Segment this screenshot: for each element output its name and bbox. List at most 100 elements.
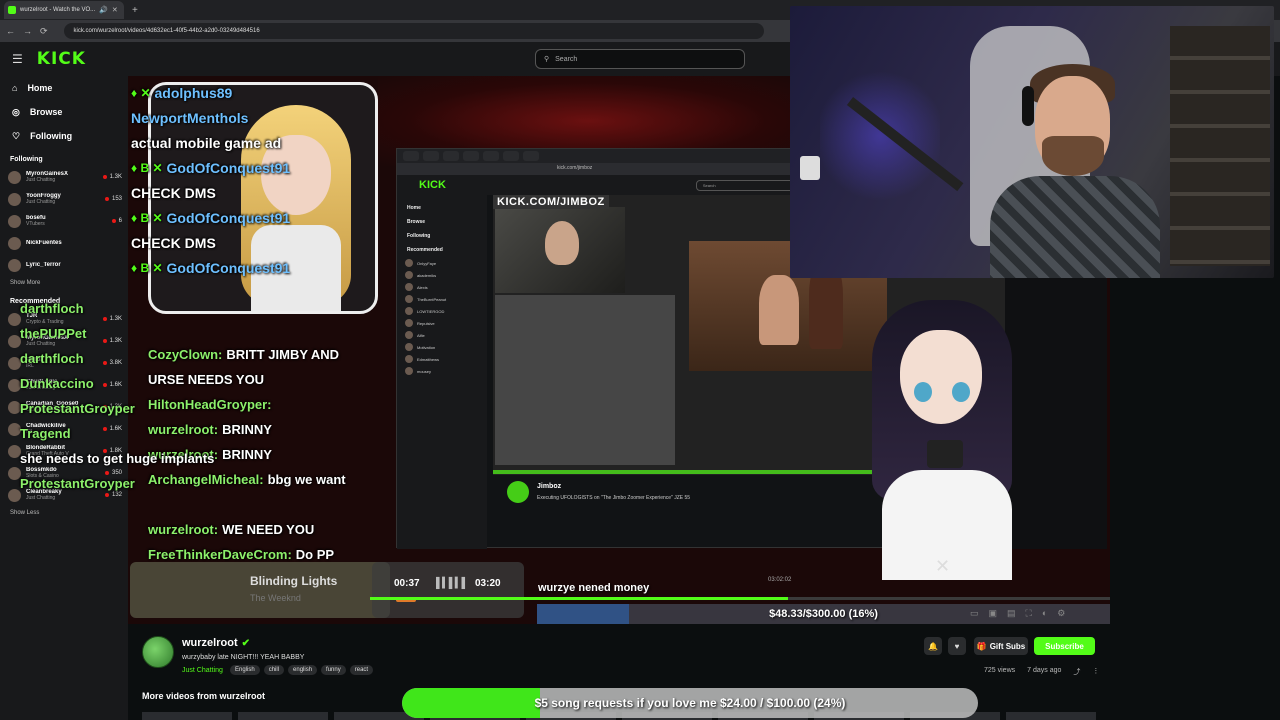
video-thumbnail[interactable] (1006, 712, 1096, 720)
video-thumbnail[interactable] (142, 712, 232, 720)
live-dot-icon (111, 219, 116, 223)
nav-home[interactable]: ⌂ Home (0, 76, 128, 100)
channel-category: VTubers (26, 221, 45, 227)
channel-name-row[interactable]: wurzelroot ✔ (182, 637, 250, 649)
chat-text: BRINNY (222, 422, 272, 437)
browser-tab[interactable]: wurzelroot - Watch the VO... 🔊 ✕ (4, 1, 124, 19)
forward-icon[interactable]: → (23, 26, 32, 36)
inner-streamer-title: Executing UFOLOGISTS on "The Jimbo Zoome… (537, 495, 691, 501)
chat-badge-icon: ♦ B ✕ (131, 160, 163, 175)
show-less-button[interactable]: Show Less (0, 506, 128, 520)
tag-chip[interactable]: chill (263, 665, 285, 675)
speaker-icon[interactable]: 🔊 (99, 6, 108, 14)
chat-message: NewportMenthols (131, 105, 290, 130)
chat-text: bbg we want (267, 472, 346, 487)
pip-icon[interactable]: ▣ (989, 608, 998, 619)
compass-icon: ◎ (12, 106, 20, 117)
show-more-button[interactable]: Show More (0, 276, 128, 290)
avatar (8, 170, 21, 184)
inner-channel-row: TheBurntPeanut (397, 293, 487, 305)
fullscreen-icon[interactable]: ⛶ (1026, 608, 1032, 619)
kick-logo[interactable]: KICK (37, 49, 86, 69)
equalizer-icon: ▌▍▌▍▌ (436, 578, 469, 589)
avatar (405, 331, 413, 339)
inner-nav-following: Following (407, 233, 431, 239)
url-field[interactable]: kick.com/wurzelroot/videos/4d632ec1-40f5… (63, 23, 764, 39)
sidebar-channel[interactable]: bosefu VTubers 6 (0, 210, 128, 232)
menu-icon[interactable]: ☰ (12, 52, 23, 66)
chat-message: Dunkaccino (20, 371, 214, 396)
avatar (405, 259, 413, 267)
inner-nav-home: Home (407, 205, 421, 211)
gift-subs-label: Gift Subs (989, 641, 1026, 651)
inner-channel-name: Edmatthews (417, 356, 440, 362)
video-thumbnail[interactable] (238, 712, 328, 720)
song-total-time: 03:20 (475, 578, 501, 589)
tag-list: English chill english funny react (230, 665, 374, 675)
avatar (405, 307, 413, 315)
inner-sidebar: Home Browse Following Recommended OnlyyF… (397, 195, 487, 549)
nav-label: Home (27, 83, 53, 93)
settings-icon[interactable]: ⚙ (1057, 608, 1065, 619)
channel-avatar[interactable] (142, 636, 174, 668)
following-heading: Following (10, 156, 43, 163)
channel-text: bosefu VTubers (26, 215, 107, 227)
chat-username: GodOfConquest91 (166, 209, 291, 226)
chat-text: BRINNY (222, 447, 272, 462)
tag-chip[interactable]: English (230, 665, 260, 675)
tag-chip[interactable]: english (288, 665, 318, 675)
sidebar-channel[interactable]: YoonFroggy Just Chatting 153 (0, 188, 128, 210)
gift-subs-button[interactable]: 🎁 Gift Subs (974, 637, 1028, 655)
tag-chip[interactable]: react (349, 665, 374, 675)
back-icon[interactable]: ← (6, 26, 15, 36)
chat-username: adolphus89 (154, 84, 233, 101)
channel-name[interactable]: wurzelroot (182, 637, 238, 649)
subscribe-button[interactable]: Subscribe (1034, 637, 1095, 655)
channel-banner: KICK.COM/JIMBOZ (493, 195, 609, 209)
inner-channel-name: Repulsive (417, 320, 435, 326)
nav-label: Following (30, 131, 73, 141)
nav-browse[interactable]: ◎ Browse (0, 100, 128, 124)
reload-icon[interactable]: ⟳ (40, 26, 48, 37)
channel-text: Lyric_Terror (26, 262, 122, 268)
stream-category[interactable]: Just Chatting (182, 667, 223, 674)
player-controls: ▭ ▣ ▤ ⛶ ◐ ⚙ (970, 608, 1065, 619)
inner-channel-row: mousey (397, 365, 487, 377)
chat-username: wurzelroot: (148, 522, 219, 537)
video-seek-bar[interactable] (370, 597, 1110, 600)
sidebar-channel[interactable]: Lyric_Terror (0, 254, 128, 276)
theater-icon[interactable]: ▤ (1007, 608, 1016, 619)
inner-channel-row: akademiks (397, 269, 487, 281)
chat-message: ♦ B ✕ GodOfConquest91 (131, 205, 290, 230)
song-time-panel (372, 562, 524, 618)
follow-heart-icon[interactable]: ♥ (948, 637, 966, 655)
share-icon[interactable]: ⤴ (1073, 667, 1080, 677)
screen: wurzelroot - Watch the VO... 🔊 ✕ + ← → ⟳… (0, 0, 1280, 720)
bell-icon[interactable]: 🔔 (924, 637, 942, 655)
upload-age: 7 days ago (1027, 667, 1062, 674)
view-count: 725 views (984, 667, 1016, 674)
inner-channel-name: akademiks (417, 272, 437, 278)
chat-message: ProtestantGroyper (20, 396, 214, 421)
sidebar-channel[interactable]: MyronGainesX Just Chatting 1.3K (0, 166, 128, 188)
clip-icon[interactable]: ▭ (970, 608, 979, 619)
close-x-icon: ✕ (935, 556, 951, 576)
kick-favicon-icon (8, 6, 16, 14)
song-title: Blinding Lights (250, 574, 338, 588)
more-options-icon[interactable]: ⋮ (1092, 667, 1099, 677)
home-icon: ⌂ (12, 83, 18, 93)
chat-message: Tragend (20, 421, 214, 446)
viewer-count-value: 153 (111, 196, 122, 202)
chat-badge-icon: ♦ ✕ (131, 85, 151, 100)
nav-following[interactable]: ♡ Following (0, 124, 128, 148)
search-input[interactable]: ⚲ Search (535, 49, 745, 69)
close-icon[interactable]: ✕ (112, 6, 118, 14)
inner-recommended: Recommended (407, 247, 443, 253)
sidebar-channel[interactable]: NickFuentes (0, 232, 128, 254)
avatar (405, 367, 413, 375)
inner-channel-row: OnlyyFaye (397, 257, 487, 269)
live-dot-icon (102, 175, 107, 179)
new-tab-icon[interactable]: + (132, 5, 138, 16)
volume-icon[interactable]: ◐ (1042, 608, 1047, 619)
tag-chip[interactable]: funny (321, 665, 346, 675)
